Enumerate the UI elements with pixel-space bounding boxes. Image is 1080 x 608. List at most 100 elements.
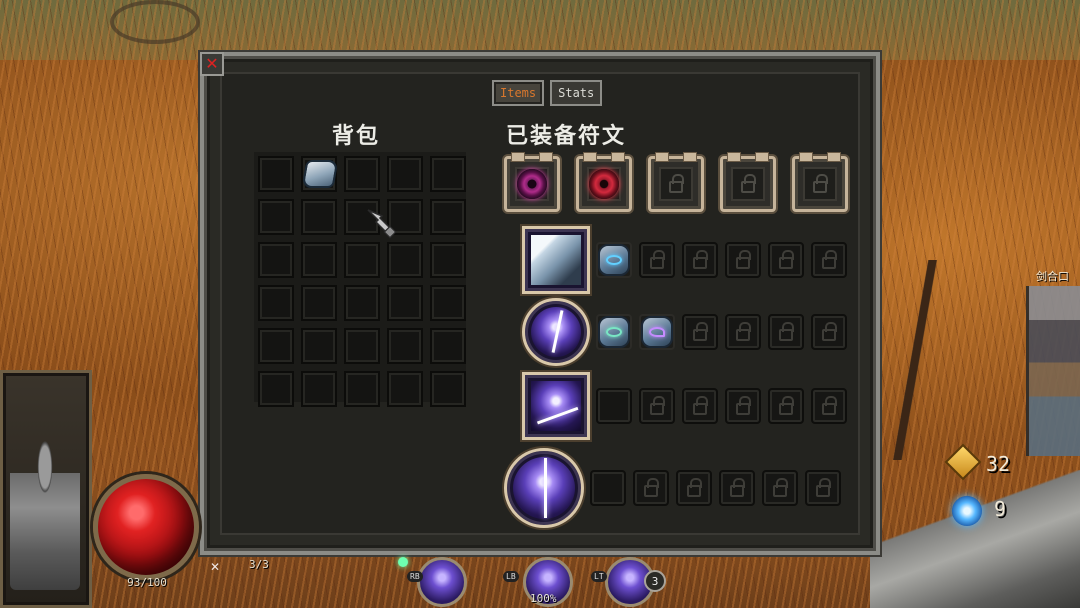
backpack-slot[interactable] bbox=[344, 328, 380, 364]
green-gem-icon bbox=[598, 316, 630, 348]
backpack-slot[interactable] bbox=[301, 199, 337, 235]
backpack-slot[interactable] bbox=[258, 242, 294, 278]
locked-gem-slot bbox=[719, 470, 755, 506]
hand-cursor-icon bbox=[367, 209, 397, 239]
backpack-slot[interactable] bbox=[387, 242, 423, 278]
skill-3-empty-gem-slot[interactable] bbox=[596, 388, 632, 424]
green-gem-indicator bbox=[398, 557, 408, 567]
backpack-slot[interactable] bbox=[430, 156, 466, 192]
backpack-slot[interactable] bbox=[344, 242, 380, 278]
backpack-slot[interactable] bbox=[301, 328, 337, 364]
backpack-slot[interactable] bbox=[430, 328, 466, 364]
lock-icon bbox=[779, 395, 794, 415]
backpack-slot[interactable] bbox=[430, 242, 466, 278]
backpack-slot[interactable] bbox=[258, 371, 294, 407]
skill-2-gem-slot-2[interactable] bbox=[639, 314, 675, 350]
zoom-readout: 100% bbox=[530, 592, 557, 605]
rune-slot-5[interactable] bbox=[792, 152, 848, 212]
lock-icon bbox=[779, 321, 794, 341]
flask-charge-icon: ✕ bbox=[209, 560, 221, 574]
locked-gem-slot bbox=[762, 470, 798, 506]
locked-gem-slot bbox=[811, 314, 847, 350]
skill-4-empty-gem-slot[interactable] bbox=[590, 470, 626, 506]
hotbar-count: 3 bbox=[644, 570, 666, 592]
lock-icon bbox=[644, 477, 659, 497]
locked-gem-slot bbox=[633, 470, 669, 506]
crystal-ore-gem-icon bbox=[301, 160, 339, 188]
backpack-slot[interactable] bbox=[301, 285, 337, 321]
rune-slot-1[interactable] bbox=[504, 152, 560, 212]
lightning-pillar-skill-icon[interactable] bbox=[504, 448, 584, 528]
backpack-slot[interactable] bbox=[387, 285, 423, 321]
dead-tree-decoration bbox=[885, 260, 945, 460]
lock-icon bbox=[736, 395, 751, 415]
backpack-slot[interactable] bbox=[387, 371, 423, 407]
soul-count: 9 bbox=[994, 497, 1007, 521]
knight-portrait bbox=[10, 440, 80, 590]
button-label-rb: RB bbox=[407, 571, 423, 582]
skill-row-1 bbox=[522, 226, 854, 294]
rune-slot-4[interactable] bbox=[720, 152, 776, 212]
backpack-slot[interactable] bbox=[430, 285, 466, 321]
lock-icon bbox=[650, 395, 665, 415]
health-orb bbox=[93, 474, 199, 580]
backpack-slot[interactable] bbox=[301, 156, 339, 192]
close-x-icon: ✕ bbox=[205, 54, 219, 73]
lock-icon bbox=[741, 173, 756, 193]
equipped-rune-row bbox=[504, 152, 848, 212]
lock-icon bbox=[736, 321, 751, 341]
statue-decoration bbox=[870, 470, 1080, 608]
backpack-slot[interactable] bbox=[258, 328, 294, 364]
backpack-slot[interactable] bbox=[258, 156, 294, 192]
lock-icon bbox=[822, 321, 837, 341]
panel-tabs: Items Stats bbox=[492, 80, 603, 106]
equipped-runes-title: 已装备符文 bbox=[506, 124, 627, 149]
lock-icon bbox=[822, 249, 837, 269]
side-item-stack bbox=[1026, 286, 1080, 456]
tab-stats[interactable]: Stats bbox=[550, 80, 603, 106]
locked-gem-slot bbox=[768, 314, 804, 350]
backpack-slot[interactable] bbox=[344, 371, 380, 407]
lock-icon bbox=[693, 395, 708, 415]
close-button[interactable]: ✕ bbox=[200, 52, 224, 76]
inventory-panel: ✕ Items Stats 背包 已装备符文 bbox=[200, 52, 880, 555]
backpack-slot[interactable] bbox=[301, 371, 337, 407]
backpack-slot[interactable] bbox=[387, 328, 423, 364]
locked-gem-slot bbox=[725, 314, 761, 350]
soul-flame-icon bbox=[952, 496, 982, 526]
locked-gem-slot bbox=[639, 388, 675, 424]
backpack-slot[interactable] bbox=[258, 285, 294, 321]
backpack-slot[interactable] bbox=[344, 156, 380, 192]
flask-charges: 3/3 bbox=[249, 558, 269, 571]
backpack-slot[interactable] bbox=[430, 199, 466, 235]
hotbar-skill-1[interactable] bbox=[417, 557, 467, 607]
locked-gem-slot bbox=[639, 242, 675, 278]
lock-icon bbox=[730, 477, 745, 497]
skill-2-gem-slot-1[interactable] bbox=[596, 314, 632, 350]
locked-gem-slot bbox=[682, 314, 718, 350]
lightning-orb-skill-icon[interactable] bbox=[522, 298, 590, 366]
backpack-slot[interactable] bbox=[301, 242, 337, 278]
lock-icon bbox=[693, 249, 708, 269]
rune-slot-3[interactable] bbox=[648, 152, 704, 212]
rune-slot-2[interactable] bbox=[576, 152, 632, 212]
backpack-slot[interactable] bbox=[387, 156, 423, 192]
backpack-title: 背包 bbox=[332, 124, 381, 149]
lock-icon bbox=[773, 477, 788, 497]
backpack-slot[interactable] bbox=[258, 199, 294, 235]
backpack-slot[interactable] bbox=[344, 285, 380, 321]
locked-gem-slot bbox=[768, 242, 804, 278]
tab-items[interactable]: Items bbox=[492, 80, 545, 106]
skill-1-gem-slot[interactable] bbox=[596, 242, 632, 278]
backpack-slot[interactable] bbox=[430, 371, 466, 407]
lightning-burst-skill-icon[interactable] bbox=[522, 372, 590, 440]
purple-vortex-rune-icon bbox=[517, 169, 547, 199]
ice-crystal-skill-icon[interactable] bbox=[522, 226, 590, 294]
lock-icon bbox=[693, 321, 708, 341]
side-label: 剑合口 bbox=[1036, 270, 1069, 283]
skill-row-3 bbox=[522, 372, 854, 440]
gold-count: 32 bbox=[986, 452, 1011, 476]
lock-icon bbox=[650, 249, 665, 269]
locked-gem-slot bbox=[768, 388, 804, 424]
locked-gem-slot bbox=[805, 470, 841, 506]
